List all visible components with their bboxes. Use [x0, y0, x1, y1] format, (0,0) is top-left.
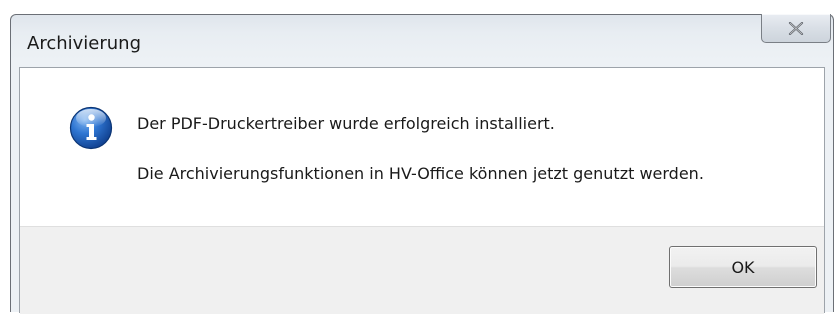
- message-area: Der PDF-Druckertreiber wurde erfolgreich…: [20, 68, 824, 226]
- message-text-line-1: Der PDF-Druckertreiber wurde erfolgreich…: [137, 114, 555, 133]
- ok-button[interactable]: OK: [669, 246, 817, 288]
- message-text-line-2: Die Archivierungsfunktionen in HV-Office…: [137, 164, 704, 183]
- dialog-window: Archivierung Der PDF-Druckertreiber wurd…: [10, 14, 834, 314]
- button-bar: OK: [20, 226, 824, 314]
- dialog-title: Archivierung: [27, 33, 141, 54]
- title-bar[interactable]: Archivierung: [11, 14, 833, 67]
- close-icon: [788, 22, 804, 35]
- close-button[interactable]: [761, 14, 831, 43]
- dialog-client-area: Der PDF-Druckertreiber wurde erfolgreich…: [19, 67, 825, 314]
- info-icon: [69, 106, 113, 150]
